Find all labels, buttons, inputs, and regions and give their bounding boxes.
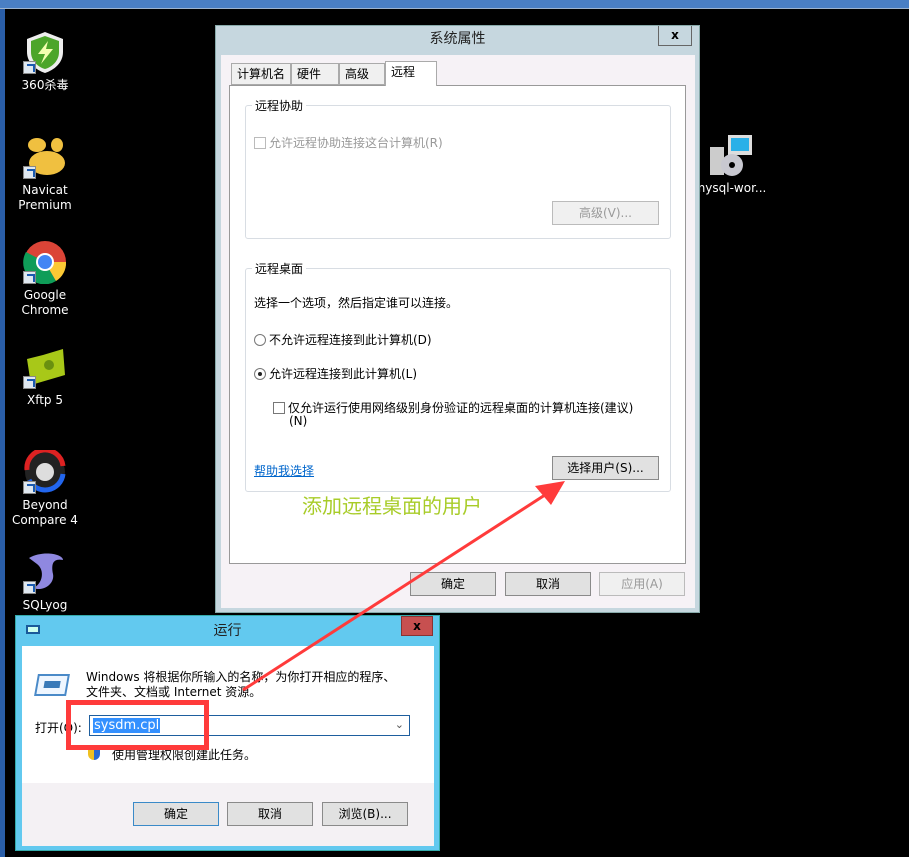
tab-remote[interactable]: 远程 — [385, 61, 437, 86]
annotation-arrow — [242, 481, 565, 692]
